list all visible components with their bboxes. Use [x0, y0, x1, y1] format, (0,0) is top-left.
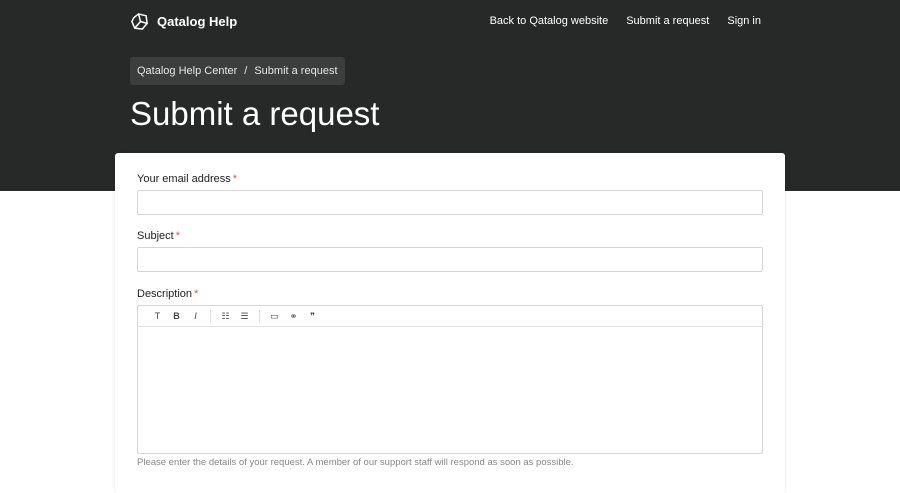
breadcrumb-current[interactable]: Submit a request	[254, 65, 337, 77]
description-label-text: Description	[137, 288, 193, 300]
brand-logo[interactable]: Qatalog Help	[130, 12, 237, 31]
toolbar-divider	[210, 309, 211, 323]
description-hint: Please enter the details of your request…	[137, 457, 574, 468]
link-icon[interactable]: ⚭	[284, 311, 303, 322]
subject-label: Subject *	[137, 230, 180, 242]
qatalog-logo-icon	[131, 13, 148, 30]
editor-toolbar: T B I ☷ ☰ ▭ ⚭ ❞	[138, 306, 762, 327]
required-mark: *	[175, 230, 180, 242]
nav-submit-request[interactable]: Submit a request	[626, 15, 709, 27]
required-mark: *	[232, 173, 238, 185]
page-title: Submit a request	[130, 95, 380, 132]
top-nav: Back to Qatalog website Submit a request…	[490, 15, 761, 27]
request-form: Your email address * Subject * Description…	[115, 153, 785, 493]
description-editor: T B I ☷ ☰ ▭ ⚭ ❞	[137, 305, 763, 454]
email-field[interactable]	[137, 190, 763, 215]
subject-label-text: Subject	[137, 230, 174, 242]
email-label: Your email address *	[137, 173, 237, 185]
breadcrumb-home[interactable]: Qatalog Help Center	[137, 65, 237, 77]
breadcrumb: Qatalog Help Center / Submit a request	[130, 57, 345, 85]
quote-icon[interactable]: ❞	[303, 311, 322, 322]
breadcrumb-separator: /	[244, 65, 248, 77]
bulleted-list-icon[interactable]: ☷	[216, 311, 235, 322]
nav-sign-in[interactable]: Sign in	[727, 15, 761, 27]
italic-icon[interactable]: I	[186, 311, 205, 321]
toolbar-divider	[259, 309, 260, 323]
nav-back-to-website[interactable]: Back to Qatalog website	[490, 15, 609, 27]
required-mark: *	[194, 288, 199, 300]
image-icon[interactable]: ▭	[265, 311, 284, 322]
description-textarea[interactable]	[138, 327, 762, 453]
brand-name: Qatalog Help	[157, 14, 238, 29]
description-label: Description *	[137, 288, 198, 300]
email-label-text: Your email address	[137, 173, 231, 185]
text-style-icon[interactable]: T	[148, 311, 167, 321]
bold-icon[interactable]: B	[167, 311, 186, 321]
numbered-list-icon[interactable]: ☰	[235, 311, 254, 322]
subject-field[interactable]	[137, 247, 763, 272]
